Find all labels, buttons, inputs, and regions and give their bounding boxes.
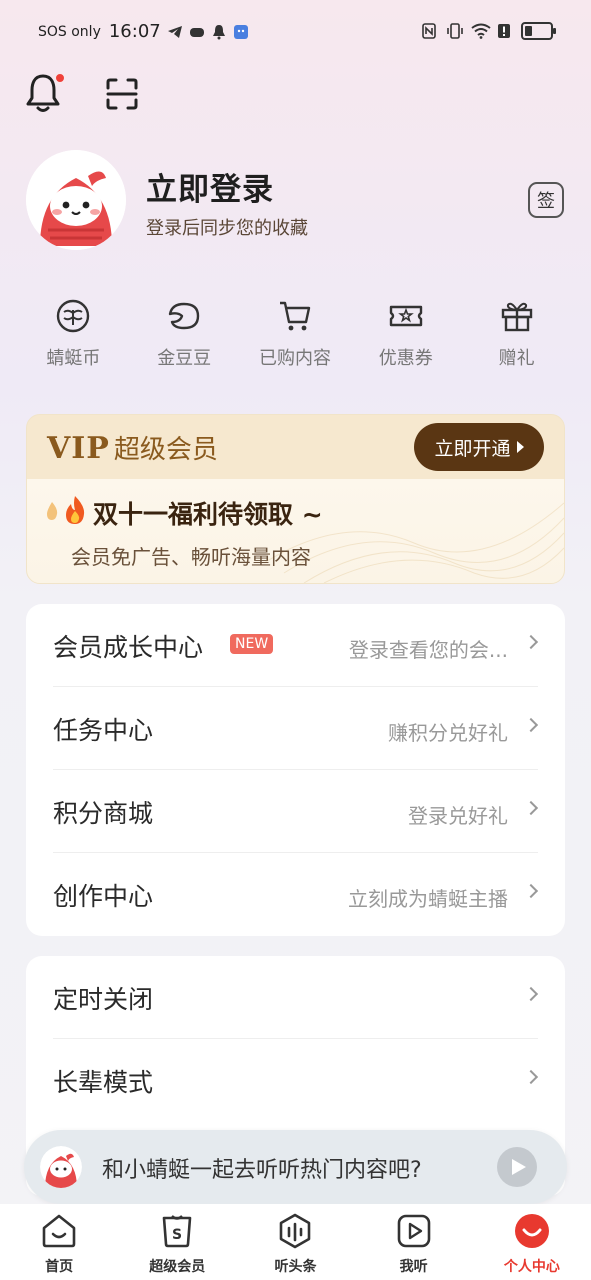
tab-label: 个人中心 [503,1259,560,1275]
mini-player[interactable]: 和小蜻蜓一起去听听热门内容吧? [24,1130,567,1204]
carrier-text: SOS only [38,23,101,40]
quick-item-label: 金豆豆 [157,348,212,369]
menu-row-creator-center[interactable]: 创作中心 立刻成为蜻蜓主播 [53,853,539,936]
play-button[interactable] [497,1147,537,1187]
chevron-right-icon [523,986,539,1002]
quick-item-label: 已购内容 [258,348,331,369]
cart-icon [277,298,313,334]
menu-row-points-mall[interactable]: 积分商城 登录兑好礼 [53,770,539,853]
sign-in-checkin-button[interactable]: 签 [528,182,564,218]
chevron-right-icon [523,883,539,899]
quick-actions: 蜻蜓币 金豆豆 已购内容 优惠券 赠礼 [18,298,572,370]
quick-item-label: 优惠券 [378,348,433,369]
notification-bell-icon [211,24,227,40]
menu-card-primary: 会员成长中心 NEW 登录查看您的会... 任务中心 赚积分兑好礼 积分商城 登… [26,604,565,936]
vip-open-button[interactable]: 立即开通 [414,423,544,471]
vip-promo-description: 会员免广告、畅听海量内容 [71,545,311,569]
coupon-icon [388,298,424,334]
quick-item-dragonfly-coin[interactable]: 蜻蜓币 [18,298,129,370]
arrow-right-icon [516,441,524,453]
status-bar: SOS only 16:07 [0,0,591,66]
menu-row-title: 定时关闭 [53,985,154,1014]
profile-icon [513,1212,551,1250]
quick-item-label: 蜻蜓币 [46,348,101,369]
login-title[interactable]: 立即登录 [146,164,274,209]
menu-row-title: 长辈模式 [53,1068,154,1097]
nfc-icon [421,23,437,39]
tab-label: 我听 [399,1259,428,1275]
chevron-right-icon [523,1069,539,1085]
bell-icon[interactable] [24,72,66,114]
vip-card[interactable]: VIP 超级会员 立即开通 双十一福利待领取 ~ 会员免广告、畅听海量内容 [26,414,565,584]
svg-text:S: S [172,1227,182,1243]
home-icon [40,1212,78,1250]
mini-player-text: 和小蜻蜓一起去听听热门内容吧? [102,1158,422,1183]
battery-icon [521,22,556,40]
menu-row-sleep-timer[interactable]: 定时关闭 [53,956,539,1039]
quick-item-purchased[interactable]: 已购内容 [240,298,351,370]
vip-open-label: 立即开通 [434,437,511,460]
game-icon [189,24,205,40]
tab-label: 超级会员 [149,1259,206,1275]
notification-dot [54,72,66,84]
tab-label: 首页 [45,1259,74,1275]
menu-row-hint: 赚积分兑好礼 [388,721,508,745]
menu-row-hint: 立刻成为蜻蜓主播 [348,887,508,911]
new-badge: NEW [230,634,274,654]
menu-row-hint: 登录查看您的会... [348,638,508,662]
headlines-icon [276,1212,314,1250]
menu-row-hint: 登录兑好礼 [408,804,508,828]
quick-item-bean[interactable]: 金豆豆 [129,298,240,370]
telegram-icon [167,24,183,40]
chevron-right-icon [523,634,539,650]
profile-section: 立即登录 登录后同步您的收藏 签 [26,150,566,250]
menu-row-title: 任务中心 [53,716,154,745]
tab-home[interactable]: 首页 [0,1204,118,1280]
quick-item-coupon[interactable]: 优惠券 [350,298,461,370]
bean-icon [166,298,202,334]
tab-profile[interactable]: 个人中心 [473,1204,591,1280]
small-flame-icon [45,501,59,525]
tab-super-vip[interactable]: S 超级会员 [118,1204,236,1280]
alert-icon [496,23,512,39]
tab-my-listening[interactable]: 我听 [355,1204,473,1280]
menu-row-title: 积分商城 [53,799,154,828]
quick-item-gift[interactable]: 赠礼 [461,298,572,370]
bottom-tab-bar: 首页 S 超级会员 听头条 我听 个人中心 [0,1204,591,1280]
scan-icon[interactable] [104,76,140,112]
menu-row-elder-mode[interactable]: 长辈模式 [53,1039,539,1122]
login-subtitle: 登录后同步您的收藏 [146,218,308,239]
avatar[interactable] [26,150,126,250]
menu-row-title: 会员成长中心 [53,633,204,662]
fire-icon [63,495,87,531]
vibrate-icon [446,23,463,39]
vip-tag: VIP [47,431,110,466]
app-notification-icon [233,24,249,40]
menu-row-title: 创作中心 [53,882,154,911]
chevron-right-icon [523,800,539,816]
tab-label: 听头条 [274,1259,317,1275]
menu-row-member-growth[interactable]: 会员成长中心 NEW 登录查看您的会... [53,604,539,687]
gift-icon [499,298,535,334]
menu-row-task-center[interactable]: 任务中心 赚积分兑好礼 [53,687,539,770]
mascot-avatar [40,1146,82,1188]
play-square-icon [395,1212,433,1250]
dragonfly-coin-icon [55,298,91,334]
chevron-right-icon [523,717,539,733]
quick-item-label: 赠礼 [498,348,535,369]
vip-bag-icon: S [158,1212,196,1250]
vip-promo-title: 双十一福利待领取 ~ [93,500,323,529]
wifi-icon [471,23,491,39]
clock: 16:07 [108,21,161,42]
vip-title: 超级会员 [113,435,218,465]
tab-headlines[interactable]: 听头条 [236,1204,354,1280]
